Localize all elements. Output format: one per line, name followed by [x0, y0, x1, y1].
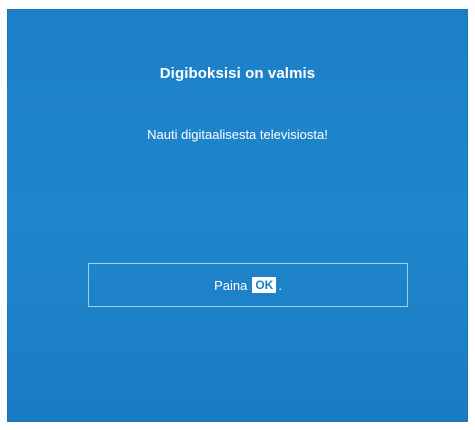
prompt-prefix: Paina — [214, 277, 248, 293]
screen-title: Digiboksisi on valmis — [159, 65, 316, 82]
ok-prompt-box[interactable]: Paina OK . — [88, 263, 408, 307]
ok-key-icon[interactable]: OK — [252, 277, 277, 293]
tv-setup-screen: Digiboksisi on valmis Nauti digitaalises… — [7, 9, 468, 422]
prompt-suffix: . — [278, 277, 282, 293]
screen-subtitle: Nauti digitaalisesta televisiosta! — [147, 127, 328, 142]
